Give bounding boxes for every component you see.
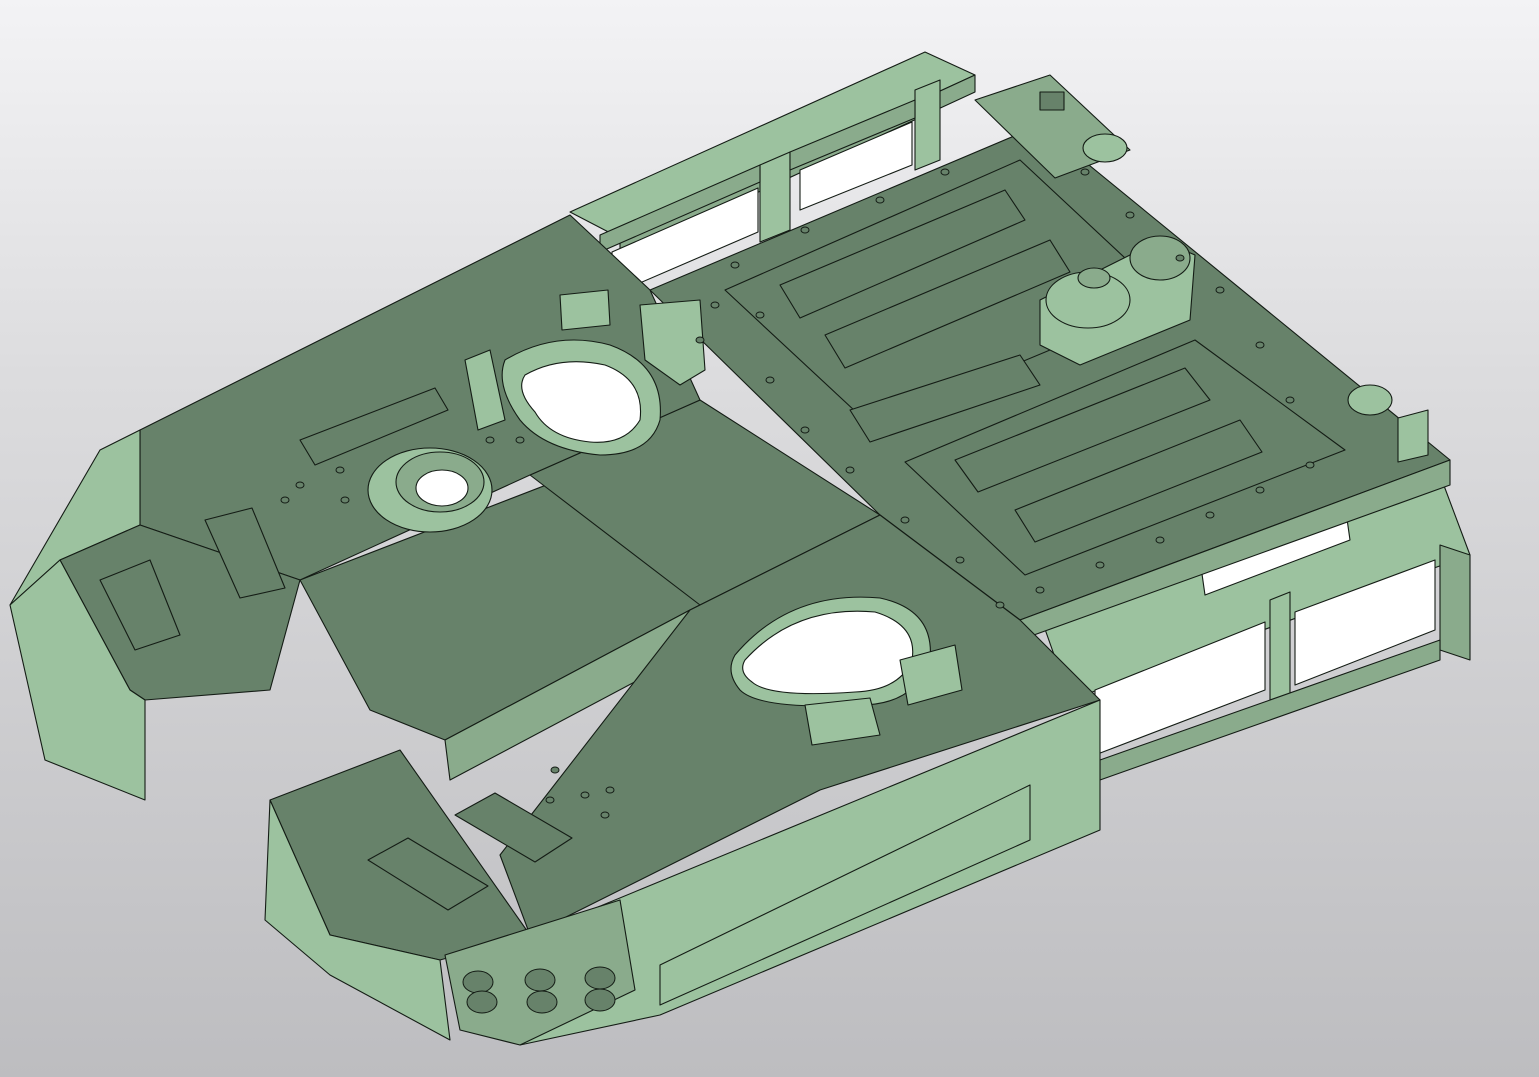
- cad-model-render[interactable]: [0, 0, 1539, 1077]
- bolt-hole-icon: [1080, 168, 1090, 176]
- bolt-hole-icon: [280, 496, 290, 504]
- tow-hole-icon: [466, 990, 498, 1014]
- bolt-hole-icon: [335, 466, 345, 474]
- rear-mount-ring-icon: [1082, 133, 1128, 163]
- bolt-hole-icon: [1305, 461, 1315, 469]
- bolt-hole-icon: [605, 786, 615, 794]
- bolt-hole-icon: [340, 496, 350, 504]
- bolt-hole-icon: [550, 766, 560, 774]
- rear-frame-post: [759, 151, 791, 243]
- rear-mount-ring-icon: [1347, 384, 1393, 416]
- bolt-hole-icon: [1095, 561, 1105, 569]
- bolt-hole-icon: [1255, 341, 1265, 349]
- drive-shaft-icon: [1077, 267, 1111, 289]
- tow-hole-icon: [584, 988, 616, 1012]
- bolt-hole-icon: [580, 791, 590, 799]
- bolt-hole-icon: [1125, 211, 1135, 219]
- rear-frame-post: [914, 79, 941, 171]
- bolt-hole-icon: [755, 311, 765, 319]
- turret-ring-bore: [415, 469, 469, 507]
- bolt-hole-icon: [515, 436, 525, 444]
- side-frame-post: [1439, 544, 1471, 661]
- bolt-hole-icon: [1175, 254, 1185, 262]
- bolt-hole-icon: [295, 481, 305, 489]
- hatch-bracket: [559, 289, 611, 331]
- cad-viewport[interactable]: [0, 0, 1539, 1077]
- bolt-hole-icon: [545, 796, 555, 804]
- bolt-hole-icon: [1035, 586, 1045, 594]
- tow-hole-icon: [526, 990, 558, 1014]
- bolt-hole-icon: [1205, 511, 1215, 519]
- bolt-hole-icon: [900, 516, 910, 524]
- bolt-hole-icon: [765, 376, 775, 384]
- bolt-hole-icon: [710, 301, 720, 309]
- side-frame-post: [1269, 591, 1291, 711]
- tow-hole-icon: [584, 966, 616, 990]
- bolt-hole-icon: [1155, 536, 1165, 544]
- bolt-hole-icon: [600, 811, 610, 819]
- tow-hole-icon: [524, 968, 556, 992]
- bolt-hole-icon: [995, 601, 1005, 609]
- rear-mount-post: [1397, 409, 1429, 463]
- bolt-hole-icon: [485, 436, 495, 444]
- bolt-hole-icon: [955, 556, 965, 564]
- bolt-hole-icon: [1285, 396, 1295, 404]
- bolt-hole-icon: [875, 196, 885, 204]
- bolt-hole-icon: [1215, 286, 1225, 294]
- tow-hole-icon: [462, 970, 494, 994]
- bolt-hole-icon: [940, 168, 950, 176]
- turret-ring: [367, 447, 493, 533]
- bolt-hole-icon: [695, 336, 705, 344]
- bolt-hole-icon: [800, 426, 810, 434]
- bolt-hole-icon: [800, 226, 810, 234]
- bolt-hole-icon: [730, 261, 740, 269]
- bolt-hole-icon: [845, 466, 855, 474]
- rear-top-square: [1039, 91, 1065, 111]
- bolt-hole-icon: [1255, 486, 1265, 494]
